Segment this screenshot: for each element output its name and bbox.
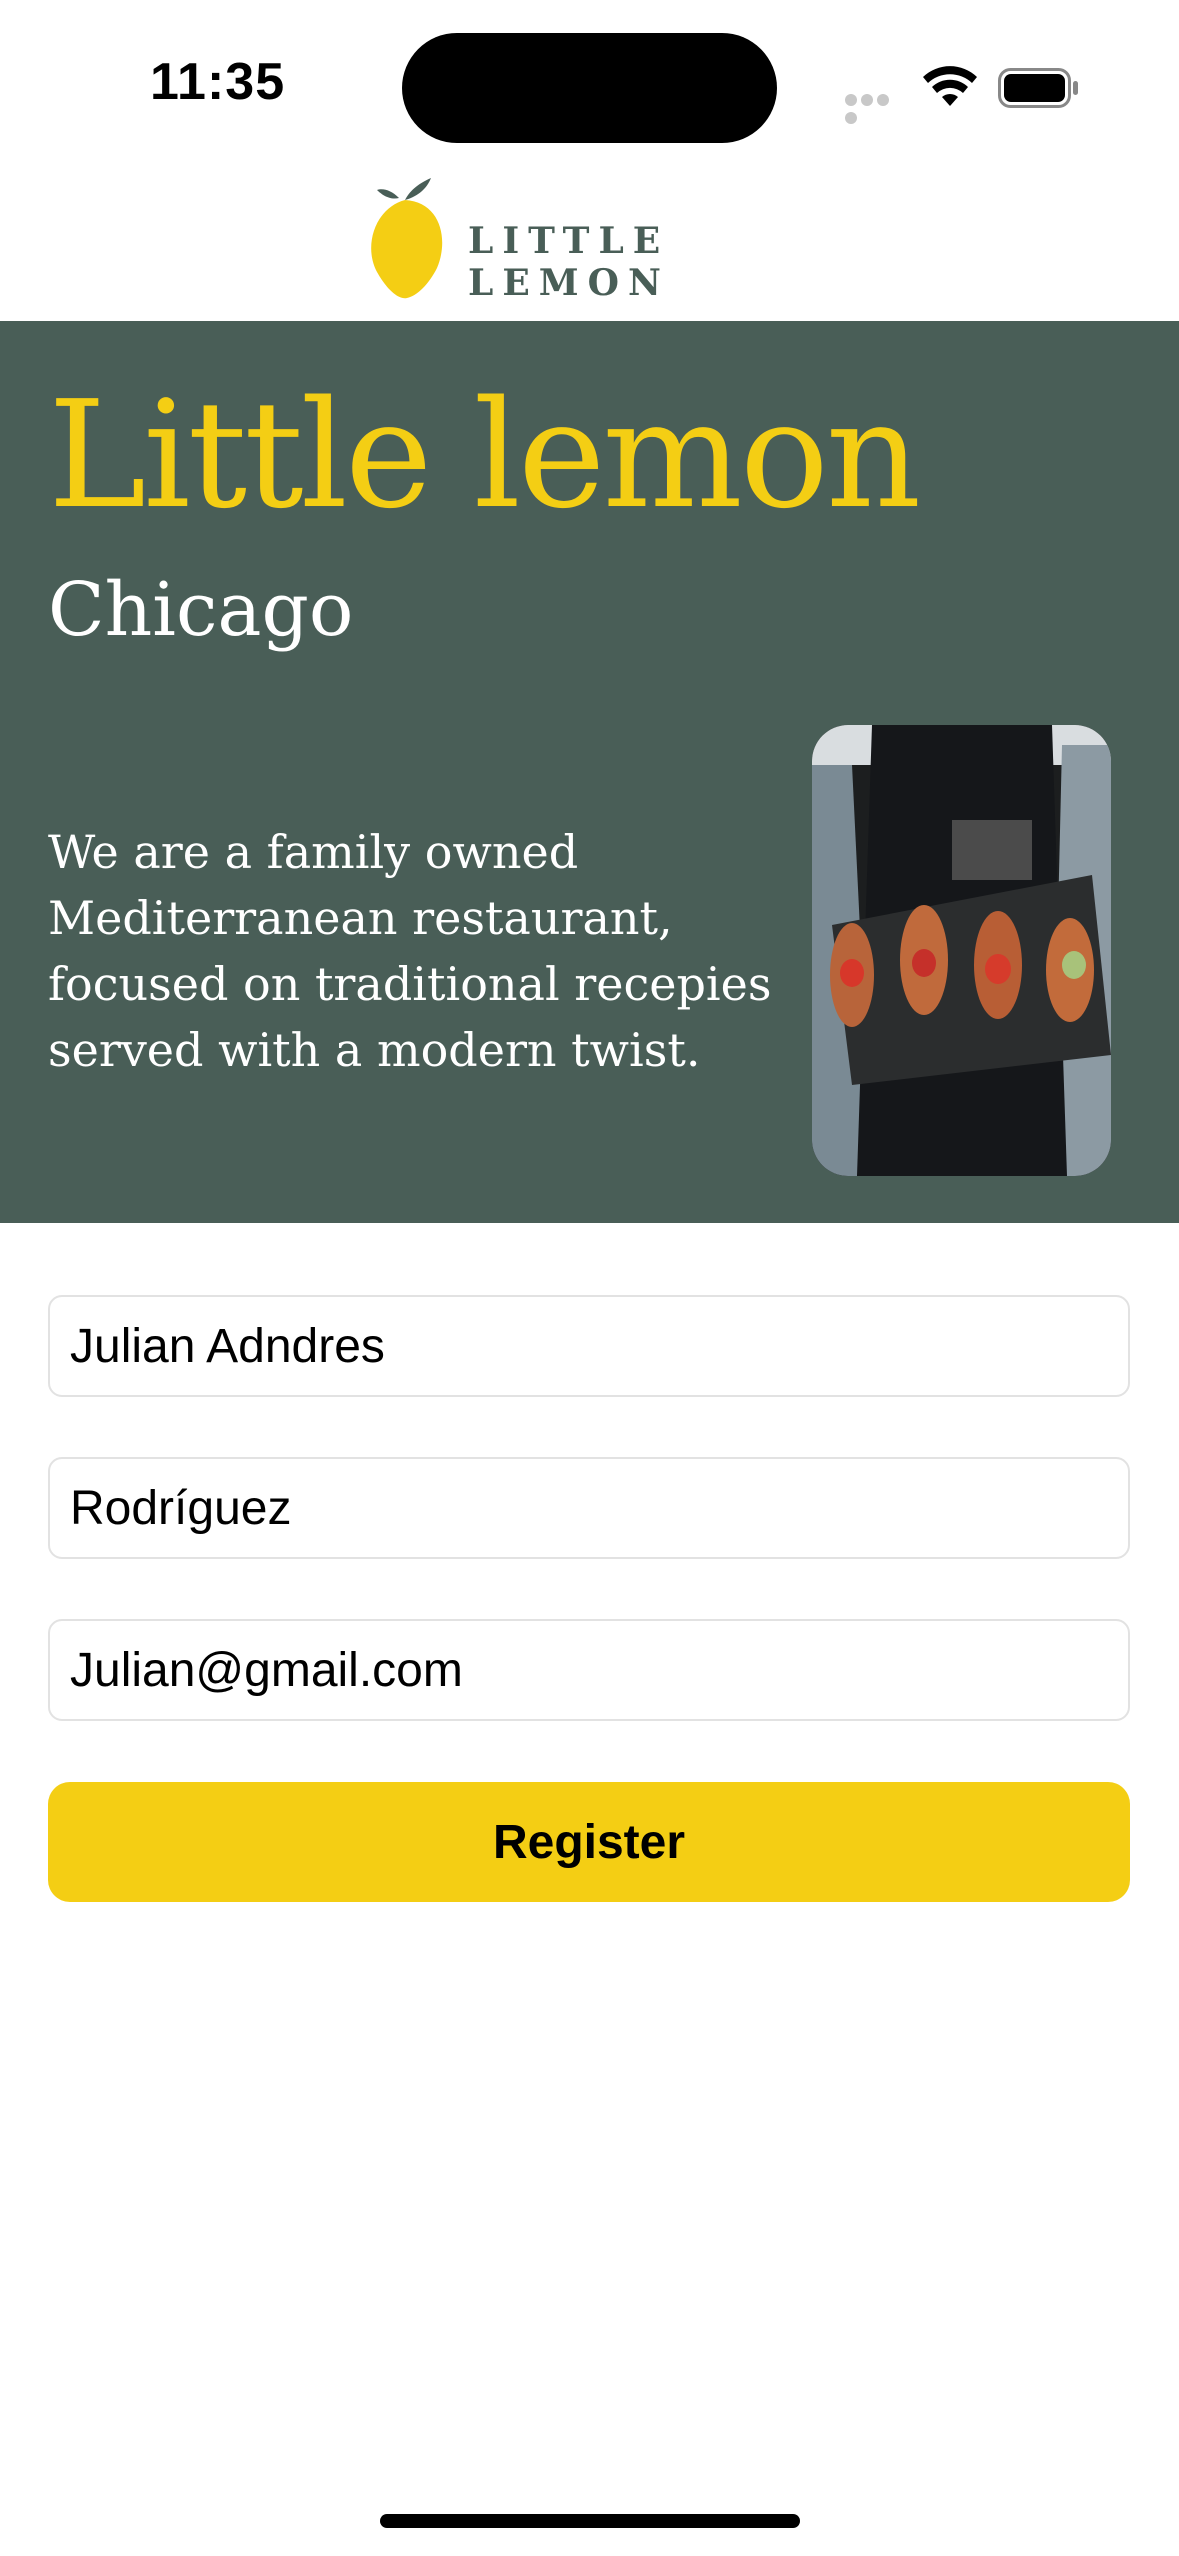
dynamic-island xyxy=(402,33,777,143)
status-time: 11:35 xyxy=(150,53,286,111)
first-name-field[interactable] xyxy=(48,1295,1130,1397)
logo: LITTLE LEMON xyxy=(365,172,825,304)
lemon-icon xyxy=(371,178,443,299)
last-name-field[interactable] xyxy=(48,1457,1130,1559)
status-bar: 11:35 xyxy=(0,0,1179,160)
home-indicator[interactable] xyxy=(380,2514,800,2528)
hero-title: Little lemon xyxy=(48,369,921,541)
register-button[interactable]: Register xyxy=(48,1782,1130,1902)
battery-icon xyxy=(998,68,1078,108)
hero-subtitle: Chicago xyxy=(48,567,354,653)
hero-section: Little lemon Chicago We are a family own… xyxy=(0,321,1179,1223)
hero-description: We are a family owned Mediterranean rest… xyxy=(48,825,772,1077)
wifi-icon xyxy=(923,66,977,106)
logo-text: LITTLE LEMON xyxy=(468,220,670,304)
email-field[interactable] xyxy=(48,1619,1130,1721)
hero-food-image xyxy=(812,725,1111,1176)
cellular-icon xyxy=(845,94,905,124)
